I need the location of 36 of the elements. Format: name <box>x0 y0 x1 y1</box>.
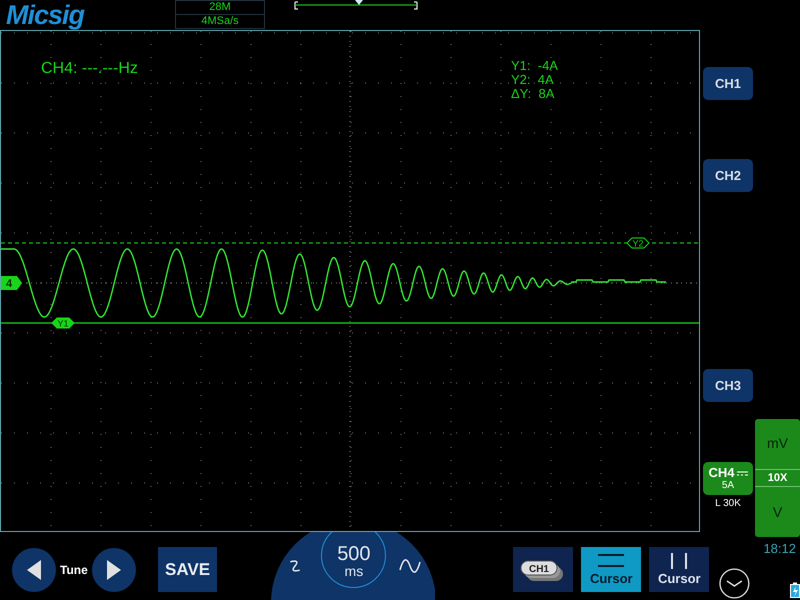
channel-select-button[interactable]: CH1 <box>513 547 574 592</box>
unit-option[interactable]: V <box>755 502 800 523</box>
cursor-button[interactable]: Cursor <box>581 547 642 592</box>
cursor-readout: ΔY: 8A <box>511 87 556 101</box>
horizontal-lines-icon <box>598 552 624 569</box>
channel-coupling-label: L 30K <box>714 497 742 511</box>
cursor-button[interactable]: Cursor <box>649 547 710 592</box>
clock: 18:12 <box>763 540 796 558</box>
cursor-tag[interactable]: Y1 <box>51 318 75 328</box>
timebase-readout[interactable]: 500 ms <box>321 532 386 588</box>
cursor-line[interactable] <box>1 322 699 324</box>
cursor-readout: Y1: -4A <box>511 59 558 73</box>
tune-label: Tune <box>60 562 88 579</box>
unit-option[interactable]: mV <box>755 433 800 454</box>
channel-marker[interactable]: 4 <box>1 276 22 290</box>
previous-button[interactable] <box>12 548 56 592</box>
right-arrow-icon <box>104 559 123 581</box>
channel-button[interactable]: CH3 <box>703 369 753 402</box>
next-button[interactable] <box>92 548 136 592</box>
channel-button[interactable]: CH2 <box>703 159 753 192</box>
battery-icon <box>790 582 800 598</box>
save-button[interactable]: SAVE <box>158 547 218 592</box>
channel-button[interactable]: CH4 5A <box>703 462 753 495</box>
dc-coupling-icon <box>736 470 748 476</box>
brand-logo: Micsig <box>6 0 86 30</box>
sample-rate: 4MSa/s <box>200 15 240 28</box>
cursor-tag[interactable]: Y2 <box>626 238 650 248</box>
memory-depth: 28M <box>176 1 264 15</box>
channel-button[interactable]: CH1 <box>703 67 753 100</box>
cursor-line[interactable] <box>1 242 699 244</box>
probe-ratio[interactable]: 10X <box>755 468 800 488</box>
frequency-readout: CH4: ---.---Hz <box>41 59 138 79</box>
chevron-down-icon[interactable] <box>719 568 750 599</box>
wave-icon <box>399 556 422 576</box>
cursor-readout: Y2: 4A <box>511 73 555 87</box>
left-arrow-icon <box>25 559 43 581</box>
